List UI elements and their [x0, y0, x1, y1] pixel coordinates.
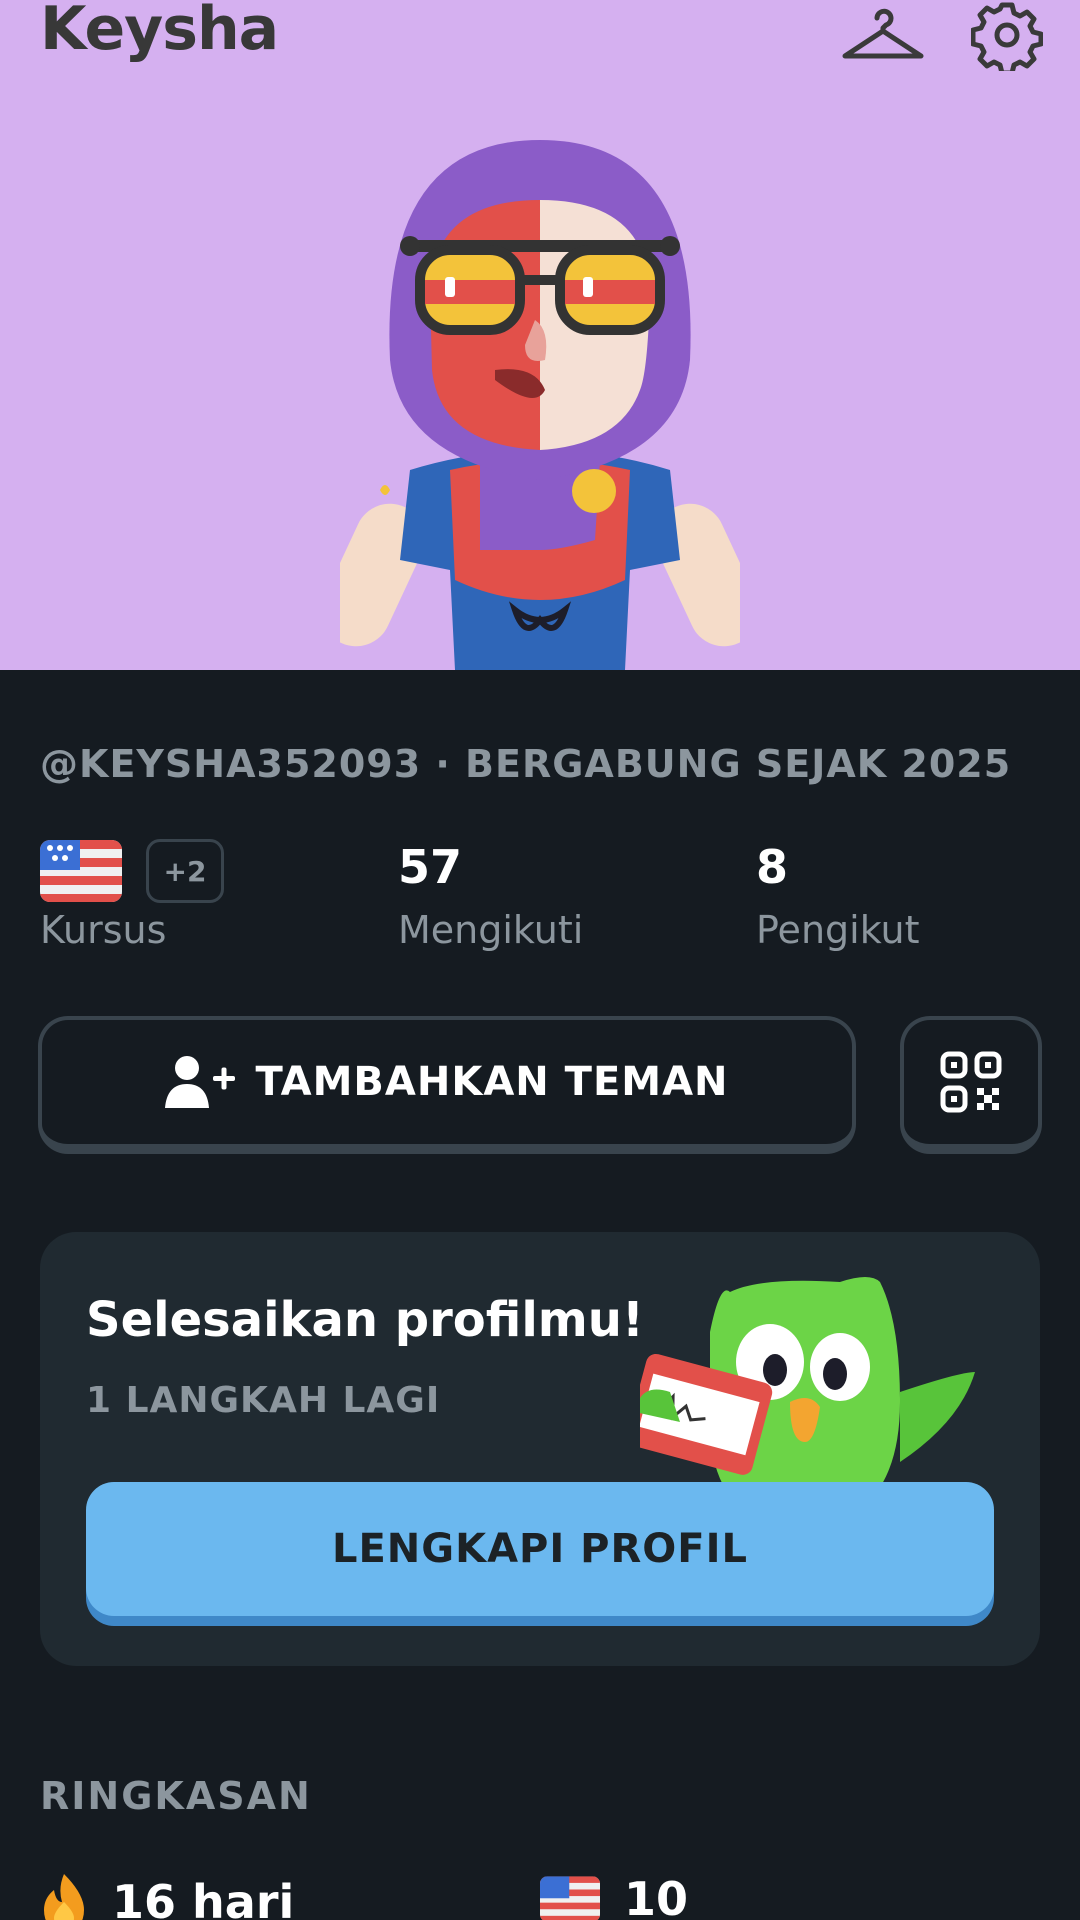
qr-code-icon — [940, 1051, 1002, 1113]
add-friend-button[interactable]: TAMBAHKAN TEMAN — [38, 1016, 856, 1154]
streak-value: 16 hari — [112, 1875, 295, 1920]
complete-profile-button[interactable]: LENGKAPI PROFIL — [86, 1482, 994, 1616]
add-friend-label: TAMBAHKAN TEMAN — [255, 1059, 729, 1105]
course-xp-summary: 10 — [540, 1872, 688, 1920]
flame-icon — [44, 1874, 84, 1920]
profile-name: Keysha — [40, 0, 279, 64]
avatar-illustration[interactable] — [340, 130, 740, 670]
settings-button[interactable] — [962, 0, 1052, 71]
add-person-icon — [165, 1056, 236, 1108]
course-xp-value: 10 — [624, 1872, 689, 1920]
followers-stat[interactable]: 8 Pengikut — [756, 840, 920, 952]
following-label: Mengikuti — [398, 908, 584, 952]
courses-label: Kursus — [40, 908, 167, 952]
following-stat[interactable]: 57 Mengikuti — [398, 840, 583, 952]
wardrobe-button[interactable] — [838, 0, 928, 70]
streak-summary: 16 hari — [40, 1872, 294, 1920]
us-flag-icon — [40, 840, 122, 902]
card-title: Selesaikan profilmu! — [86, 1292, 644, 1348]
following-count: 57 — [398, 840, 463, 894]
more-courses-badge[interactable]: +2 — [146, 839, 224, 903]
us-flag-icon — [540, 1876, 600, 1920]
followers-label: Pengikut — [756, 908, 920, 952]
followers-count: 8 — [756, 840, 789, 894]
courses-stat[interactable]: +2 Kursus — [40, 839, 224, 952]
gear-icon — [971, 2, 1043, 71]
complete-profile-card: Selesaikan profilmu! 1 LANGKAH LAGI LENG… — [40, 1232, 1040, 1666]
qr-code-button[interactable] — [900, 1016, 1042, 1154]
card-subtitle: 1 LANGKAH LAGI — [86, 1380, 441, 1421]
username-join-date: @KEYSHA352093 · BERGABUNG SEJAK 2025 — [40, 742, 1012, 786]
hanger-icon — [842, 8, 924, 59]
profile-hero: Keysha — [0, 0, 1080, 670]
summary-heading: RINGKASAN — [40, 1774, 312, 1818]
